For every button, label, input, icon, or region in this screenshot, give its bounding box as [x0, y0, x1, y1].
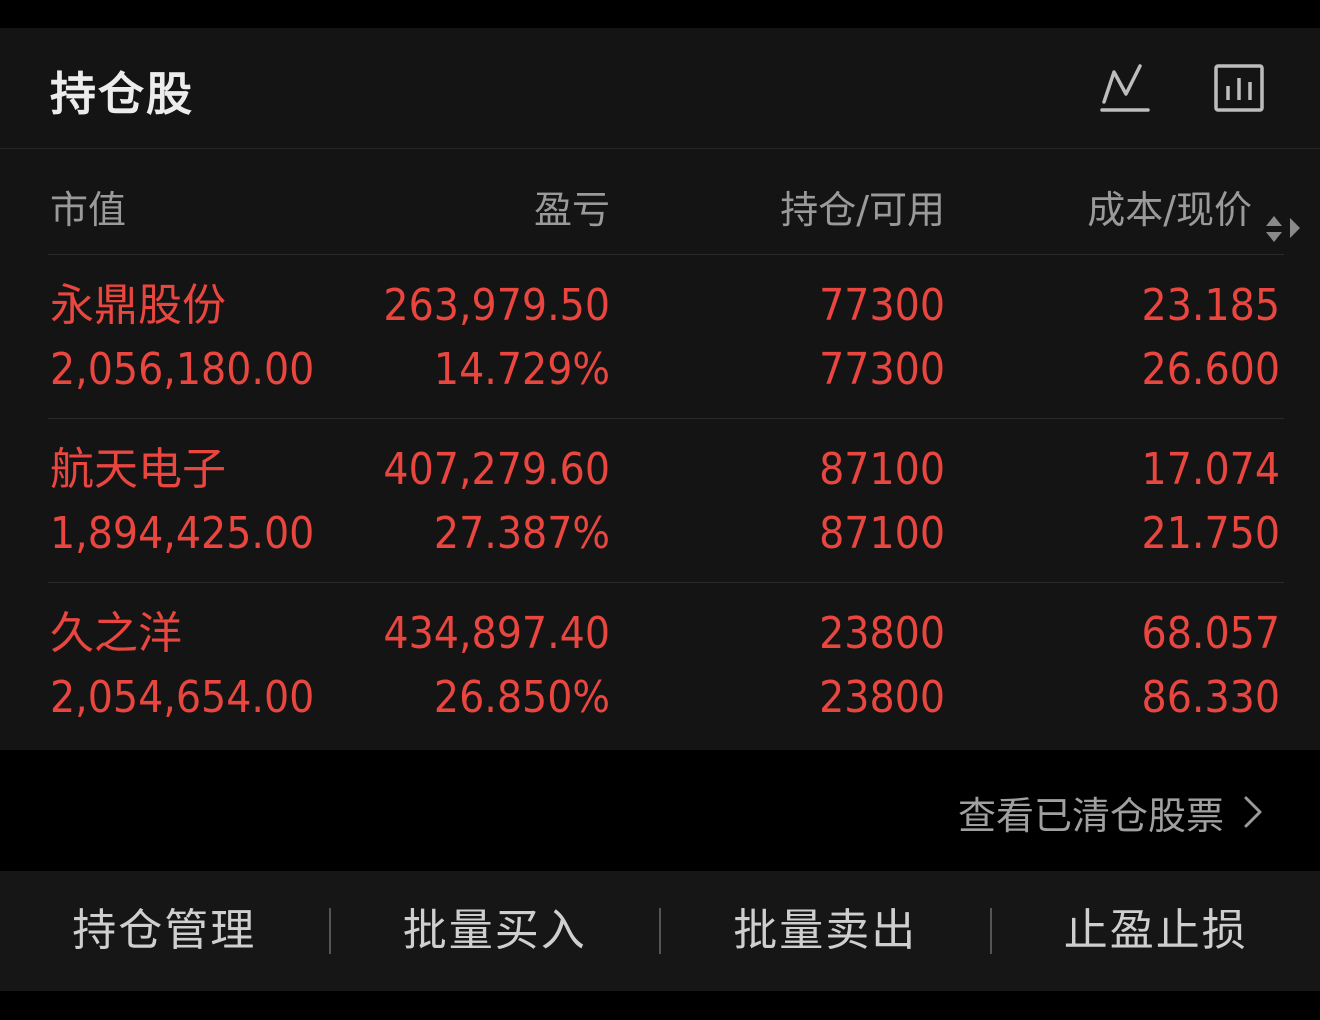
holding-management-button[interactable]: 持仓管理	[0, 871, 329, 991]
available-quantity: 23800	[819, 672, 945, 723]
batch-sell-button[interactable]: 批量卖出	[661, 871, 990, 991]
column-header-cost-price[interactable]: 成本/现价	[1087, 182, 1252, 238]
position-quantity: 77300	[819, 280, 945, 331]
stock-name: 久之洋	[50, 608, 182, 659]
view-closed-positions-link[interactable]: 查看已清仓股票	[958, 780, 1264, 844]
page-title: 持仓股	[50, 67, 194, 121]
trend-line-icon[interactable]	[1096, 58, 1156, 118]
chevron-right-icon	[1242, 792, 1264, 832]
market-value: 1,894,425.00	[50, 508, 315, 559]
cost-price: 17.074	[1141, 444, 1280, 495]
column-header-position: 持仓/可用	[780, 188, 945, 232]
holdings-header: 持仓股	[0, 28, 1320, 149]
current-price: 21.750	[1141, 508, 1280, 559]
profit-loss: 263,979.50	[383, 280, 610, 331]
market-value: 2,056,180.00	[50, 344, 315, 395]
market-value: 2,054,654.00	[50, 672, 315, 723]
column-header-market-value: 市值	[50, 188, 127, 232]
column-header-profit-loss: 盈亏	[533, 188, 610, 232]
holdings-panel: 持仓股 市值 盈亏 持仓/可用 成本/现价 永鼎股份 2,056,180.00 …	[0, 28, 1320, 750]
profit-loss-percent: 26.850%	[433, 672, 610, 723]
profit-loss-percent: 27.387%	[433, 508, 610, 559]
batch-buy-button[interactable]: 批量买入	[331, 871, 660, 991]
position-quantity: 87100	[819, 444, 945, 495]
holding-row[interactable]: 航天电子 1,894,425.00 407,279.60 27.387% 871…	[0, 418, 1320, 582]
profit-loss-percent: 14.729%	[433, 344, 610, 395]
profit-loss: 407,279.60	[383, 444, 610, 495]
holdings-list: 永鼎股份 2,056,180.00 263,979.50 14.729% 773…	[0, 254, 1320, 746]
profit-loss: 434,897.40	[383, 608, 610, 659]
position-quantity: 23800	[819, 608, 945, 659]
available-quantity: 77300	[819, 344, 945, 395]
cost-price: 68.057	[1141, 608, 1280, 659]
closed-positions-label: 查看已清仓股票	[957, 793, 1224, 838]
current-price: 86.330	[1141, 672, 1280, 723]
sort-icon[interactable]	[1262, 208, 1306, 252]
holding-row[interactable]: 久之洋 2,054,654.00 434,897.40 26.850% 2380…	[0, 582, 1320, 746]
stock-name: 永鼎股份	[50, 280, 226, 331]
action-bar: 持仓管理 批量买入 批量卖出 止盈止损	[0, 871, 1320, 991]
stop-profit-loss-button[interactable]: 止盈止损	[992, 871, 1320, 991]
current-price: 26.600	[1141, 344, 1280, 395]
cost-price: 23.185	[1141, 280, 1280, 331]
stock-name: 航天电子	[50, 444, 226, 495]
available-quantity: 87100	[819, 508, 945, 559]
bar-chart-icon[interactable]	[1210, 58, 1270, 118]
holding-row[interactable]: 永鼎股份 2,056,180.00 263,979.50 14.729% 773…	[0, 254, 1320, 418]
